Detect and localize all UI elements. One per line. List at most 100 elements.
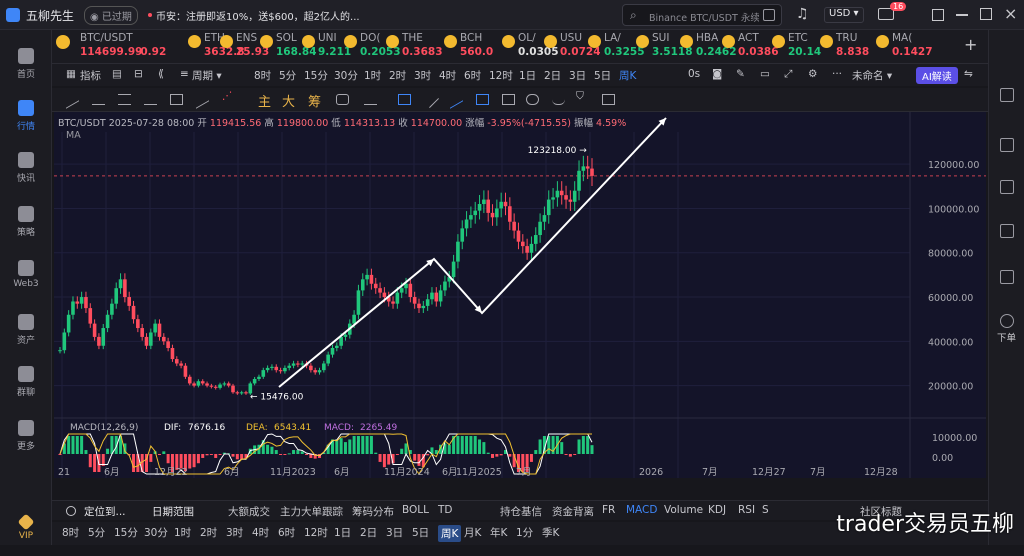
bell-icon[interactable]: ♫ bbox=[796, 6, 809, 22]
bottom-interval-tab[interactable]: 1时 bbox=[174, 525, 191, 540]
back-icon[interactable]: ⟪ bbox=[158, 68, 164, 80]
bottom-interval-tab[interactable]: 周K bbox=[438, 525, 462, 542]
magnet-icon[interactable] bbox=[336, 94, 349, 105]
bottom-interval-tab[interactable]: 2日 bbox=[360, 525, 377, 540]
interval-tab[interactable]: 3日 bbox=[569, 68, 586, 83]
sidebar-item-assets[interactable]: 资产 bbox=[0, 310, 52, 354]
ai-button[interactable]: AI解读 bbox=[916, 67, 958, 84]
sidebar-item-news[interactable]: 快讯 bbox=[0, 148, 52, 192]
share-icon[interactable]: ⇋ bbox=[964, 68, 973, 80]
bottom-interval-tab[interactable]: 8时 bbox=[62, 525, 79, 540]
bottom-interval-tab[interactable]: 1分 bbox=[516, 525, 533, 540]
currency-select[interactable]: USD ▾ bbox=[824, 7, 864, 23]
indicator-tab[interactable]: FR bbox=[602, 504, 615, 516]
trend-icon[interactable] bbox=[1000, 180, 1014, 194]
ticker-item[interactable]: BCH 560.0 bbox=[460, 32, 500, 60]
indicator-tab[interactable]: TD bbox=[438, 504, 453, 516]
add-ticker-icon[interactable]: + bbox=[964, 35, 977, 54]
bottom-interval-tab[interactable]: 3日 bbox=[386, 525, 403, 540]
interval-tab[interactable]: 2日 bbox=[544, 68, 561, 83]
order-icon[interactable] bbox=[1000, 314, 1014, 328]
bottom-interval-tab[interactable]: 2时 bbox=[200, 525, 217, 540]
bottom-interval-tab[interactable]: 6时 bbox=[278, 525, 295, 540]
delete-icon[interactable] bbox=[602, 94, 615, 105]
expired-badge[interactable]: ◉ 已过期 bbox=[84, 6, 138, 25]
fib-icon[interactable] bbox=[196, 90, 209, 109]
calendar-icon[interactable]: ▤ bbox=[112, 68, 122, 80]
minimize-icon[interactable] bbox=[956, 14, 968, 16]
ticker-item[interactable]: ACT 0.0386 bbox=[738, 32, 778, 60]
indicator-tab[interactable]: 筹码分布 bbox=[352, 504, 394, 519]
calendar-icon[interactable] bbox=[1000, 224, 1014, 238]
interval-tab[interactable]: 4时 bbox=[439, 68, 456, 83]
bottom-interval-tab[interactable]: 季K bbox=[542, 525, 559, 540]
indicator-tab[interactable]: BOLL bbox=[402, 504, 429, 516]
interval-tab[interactable]: 3时 bbox=[414, 68, 431, 83]
draw-chip[interactable]: 筹 bbox=[308, 91, 321, 110]
search-input[interactable]: ⌕ Binance BTC/USDT 永续 bbox=[622, 4, 782, 26]
channel-icon[interactable] bbox=[118, 94, 131, 105]
indicator-tab[interactable]: MACD bbox=[626, 504, 657, 516]
bottom-interval-tab[interactable]: 1日 bbox=[334, 525, 351, 540]
more-icon[interactable]: ··· bbox=[832, 68, 842, 80]
indicator-tab[interactable]: 主力大单跟踪 bbox=[280, 504, 343, 519]
interval-tab[interactable]: 15分 bbox=[304, 68, 328, 83]
bottom-interval-tab[interactable]: 5日 bbox=[412, 525, 429, 540]
template-dropdown[interactable]: 未命名 ▾ bbox=[852, 68, 892, 83]
trash-icon[interactable] bbox=[502, 94, 515, 105]
indicator-tab[interactable]: 资金背离 bbox=[552, 504, 594, 519]
bottom-interval-tab[interactable]: 月K bbox=[464, 525, 481, 540]
interval-tab[interactable]: 12时 bbox=[489, 68, 513, 83]
bottom-interval-tab[interactable]: 年K bbox=[490, 525, 507, 540]
sidebar-item-vip[interactable]: VIP bbox=[0, 512, 52, 556]
rectangle-icon[interactable] bbox=[170, 94, 183, 105]
ticker-item[interactable]: BTC/USDT 114699.99 -0.92 bbox=[80, 32, 175, 60]
sidebar-item-market[interactable]: 行情 bbox=[0, 96, 52, 140]
interval-tab[interactable]: 6时 bbox=[464, 68, 481, 83]
interval-tab[interactable]: 8时 bbox=[254, 68, 271, 83]
candles-icon[interactable] bbox=[476, 94, 489, 105]
edit-icon[interactable]: ✎ bbox=[736, 68, 745, 80]
layers-icon[interactable] bbox=[1000, 270, 1014, 284]
ticker-item[interactable]: MA(0.1427 bbox=[892, 32, 932, 60]
grid-icon[interactable] bbox=[932, 9, 944, 21]
indicator-tab[interactable]: RSI bbox=[738, 504, 755, 516]
hline-icon[interactable] bbox=[92, 94, 105, 105]
indicator-tab[interactable]: 定位到... bbox=[84, 504, 126, 519]
scan-icon[interactable] bbox=[763, 9, 775, 21]
lock-icon[interactable] bbox=[364, 94, 377, 105]
candlestick-chart[interactable]: BTC/USDT 2025-07-28 08:00 开 119415.56 高 … bbox=[54, 112, 986, 478]
close-icon[interactable]: × bbox=[1004, 4, 1017, 23]
maximize-icon[interactable] bbox=[980, 8, 992, 20]
order-label[interactable]: 下单 bbox=[997, 330, 1016, 344]
bottom-interval-tab[interactable]: 4时 bbox=[252, 525, 269, 540]
interval-tab[interactable]: 30分 bbox=[334, 68, 358, 83]
draw-main[interactable]: 主 bbox=[258, 91, 271, 110]
interval-tab[interactable]: 1日 bbox=[519, 68, 536, 83]
select-icon[interactable] bbox=[398, 94, 411, 105]
filter-icon[interactable]: ⛉ bbox=[576, 90, 584, 103]
brush-icon[interactable] bbox=[450, 90, 463, 109]
menu-icon[interactable]: ≡ bbox=[180, 68, 189, 80]
bottom-interval-tab[interactable]: 30分 bbox=[144, 525, 168, 540]
bottom-interval-tab[interactable]: 12时 bbox=[304, 525, 328, 540]
indicator-tab[interactable]: KDJ bbox=[708, 504, 726, 516]
list-icon[interactable] bbox=[1000, 138, 1014, 152]
notice-banner[interactable]: 币安：注册即返10%，送$600，超2亿人的... bbox=[156, 8, 360, 23]
interval-tab[interactable]: 5日 bbox=[594, 68, 611, 83]
interval-tab[interactable]: 周K bbox=[619, 68, 636, 83]
sidebar-item-strategy[interactable]: 策略 bbox=[0, 202, 52, 246]
camera-icon[interactable]: ◙ bbox=[712, 68, 722, 80]
indicator-tab[interactable]: Volume bbox=[664, 504, 703, 516]
eye-icon[interactable] bbox=[526, 94, 539, 105]
interval-tab[interactable]: 1时 bbox=[364, 68, 381, 83]
document-icon[interactable] bbox=[1000, 88, 1014, 102]
ticker-item[interactable]: THE 0.3683 bbox=[402, 32, 442, 60]
sidebar-item-more[interactable]: 更多 bbox=[0, 416, 52, 460]
interval-tab[interactable]: 2时 bbox=[389, 68, 406, 83]
ticker-item[interactable]: TRU 8.838 bbox=[836, 32, 876, 60]
sidebar-item-web3[interactable]: Web3 bbox=[0, 256, 52, 300]
layout-icon[interactable]: ▭ bbox=[760, 68, 770, 80]
trendline-icon[interactable] bbox=[66, 90, 79, 109]
indicator-tab[interactable]: 日期范围 bbox=[152, 504, 194, 519]
